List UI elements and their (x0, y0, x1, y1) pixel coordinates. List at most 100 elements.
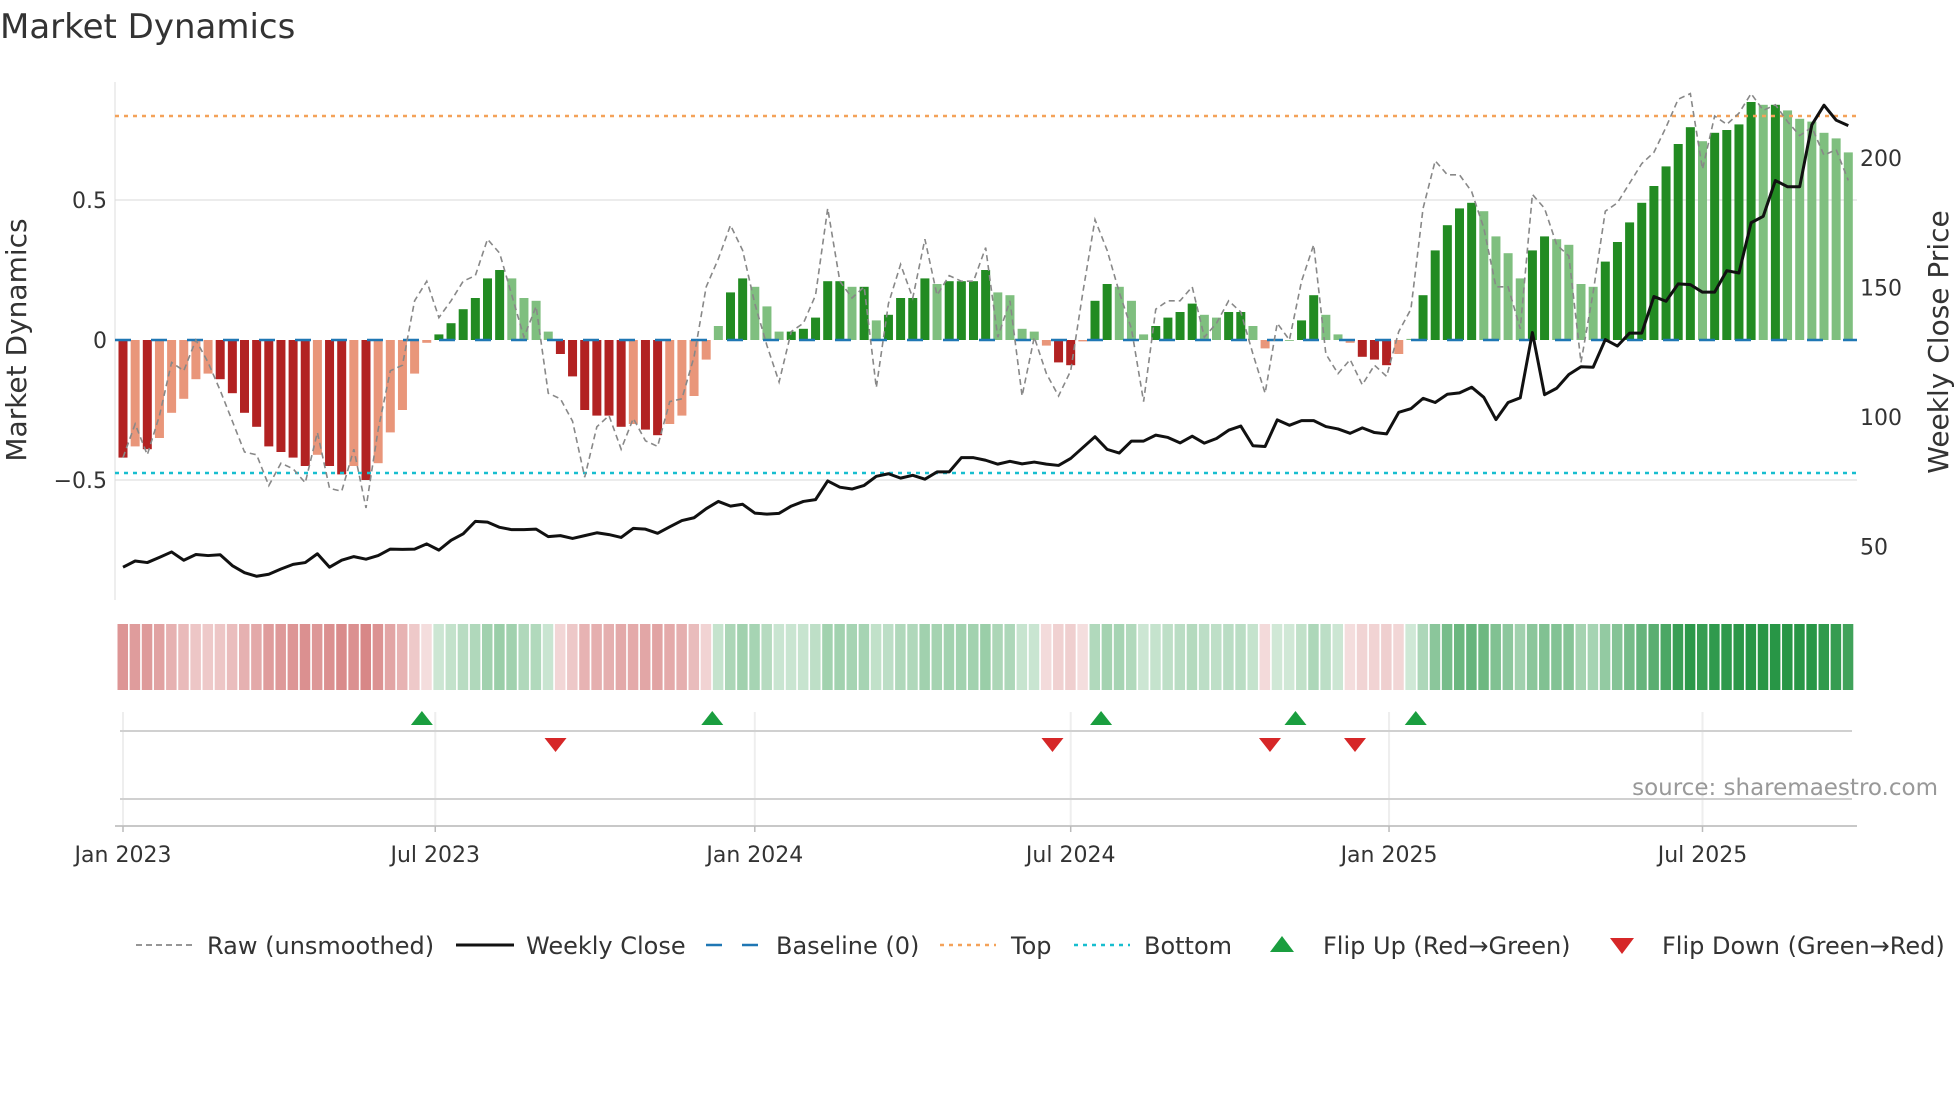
heat-cell (1721, 624, 1732, 690)
bar (276, 340, 286, 452)
bar (373, 340, 383, 464)
heat-cell (214, 624, 226, 690)
heat-cell (1308, 624, 1319, 690)
bar (1807, 121, 1817, 340)
bar (1698, 141, 1707, 340)
y2-tick-label: 50 (1860, 536, 1888, 561)
heat-cell (1757, 624, 1769, 690)
bar (507, 278, 517, 340)
bar (410, 340, 420, 374)
bar (1139, 334, 1149, 340)
heat-cell (117, 624, 128, 690)
legend-label: Weekly Close (526, 932, 686, 960)
heat-cell (749, 624, 760, 690)
bar (835, 281, 845, 340)
bar (543, 331, 553, 340)
bar (458, 309, 468, 340)
bar (1297, 320, 1307, 340)
heat-cell (858, 624, 870, 690)
heat-cell (469, 624, 481, 690)
legend-label: Top (1010, 932, 1052, 960)
heat-cell (846, 624, 857, 690)
heat-cell (1247, 624, 1258, 690)
bar (555, 340, 565, 354)
heat-cell (943, 624, 955, 690)
bar (1224, 312, 1234, 340)
legend-label: Bottom (1144, 932, 1232, 960)
flip-up-marker (410, 711, 433, 725)
heat-cell (1053, 624, 1064, 690)
bar (823, 281, 833, 340)
bar (1722, 130, 1732, 340)
heat-cell (1830, 624, 1842, 690)
heat-cell (1320, 624, 1331, 690)
flip-down-marker (544, 738, 567, 752)
heat-cell (1101, 624, 1113, 690)
bar (252, 340, 262, 427)
bar (677, 340, 687, 416)
y-tick-label: 0.5 (72, 189, 107, 214)
heat-cell (1113, 624, 1125, 690)
bar (142, 340, 152, 450)
heat-cell (1454, 624, 1465, 690)
bar (713, 326, 723, 340)
bar (1418, 295, 1428, 340)
y-tick-label: −0.5 (54, 469, 107, 494)
heat-cell (554, 624, 566, 690)
heat-cell (688, 624, 700, 690)
heat-cell (1709, 624, 1720, 690)
heat-cell (1259, 624, 1271, 690)
bar (1054, 340, 1064, 363)
heat-cell (263, 624, 274, 690)
x-tick-label: Jan 2023 (73, 843, 172, 868)
bar (422, 340, 432, 343)
heat-cell (1089, 624, 1100, 690)
legend-label: Flip Up (Red→Green) (1323, 932, 1571, 960)
heat-cell (1502, 624, 1514, 690)
bar (1090, 300, 1100, 340)
heat-cell (482, 624, 493, 690)
heat-cell (384, 624, 396, 690)
bar (1612, 242, 1622, 340)
heat-cell (931, 624, 943, 690)
heat-cell (1162, 624, 1173, 690)
heat-cell (1782, 624, 1793, 690)
heat-cell (1417, 624, 1429, 690)
legend-label: Raw (unsmoothed) (207, 932, 434, 960)
heat-cell (1368, 624, 1380, 690)
heat-cell (919, 624, 930, 690)
heat-cell (129, 624, 141, 690)
heat-cell (822, 624, 833, 690)
bar (1552, 239, 1562, 340)
bar (920, 278, 930, 340)
heat-cell (737, 624, 748, 690)
heat-cell (797, 624, 809, 690)
bar (361, 340, 371, 480)
bar (798, 328, 808, 340)
flip-up-marker (701, 711, 724, 725)
heat-cell (1551, 624, 1562, 690)
heat-cell (1478, 624, 1489, 690)
heat-cell (251, 624, 262, 690)
heat-cell (1138, 624, 1149, 690)
bar (616, 340, 626, 427)
x-tick-label: Jul 2023 (388, 843, 480, 868)
flip-panel (115, 711, 1857, 827)
x-tick-labels: Jan 2023 Jul 2023 Jan 2024 Jul 2024 Jan 2025… (73, 826, 1747, 868)
heat-cell (336, 624, 347, 690)
heat-cell (1539, 624, 1550, 690)
bar (1625, 222, 1635, 340)
heat-cell (1575, 624, 1586, 690)
bar (1843, 152, 1853, 340)
bar (1017, 328, 1027, 340)
flip-down-marker (1344, 738, 1367, 752)
heat-cell (1296, 624, 1307, 690)
bar (1126, 300, 1136, 340)
heat-cell (1769, 624, 1781, 690)
x-tick-label: Jan 2024 (704, 843, 803, 868)
heat-cell (1842, 624, 1854, 690)
heat-cell (542, 624, 554, 690)
flip-down-marker (1258, 738, 1281, 752)
heat-cell (239, 624, 250, 690)
heat-cell (287, 624, 299, 690)
